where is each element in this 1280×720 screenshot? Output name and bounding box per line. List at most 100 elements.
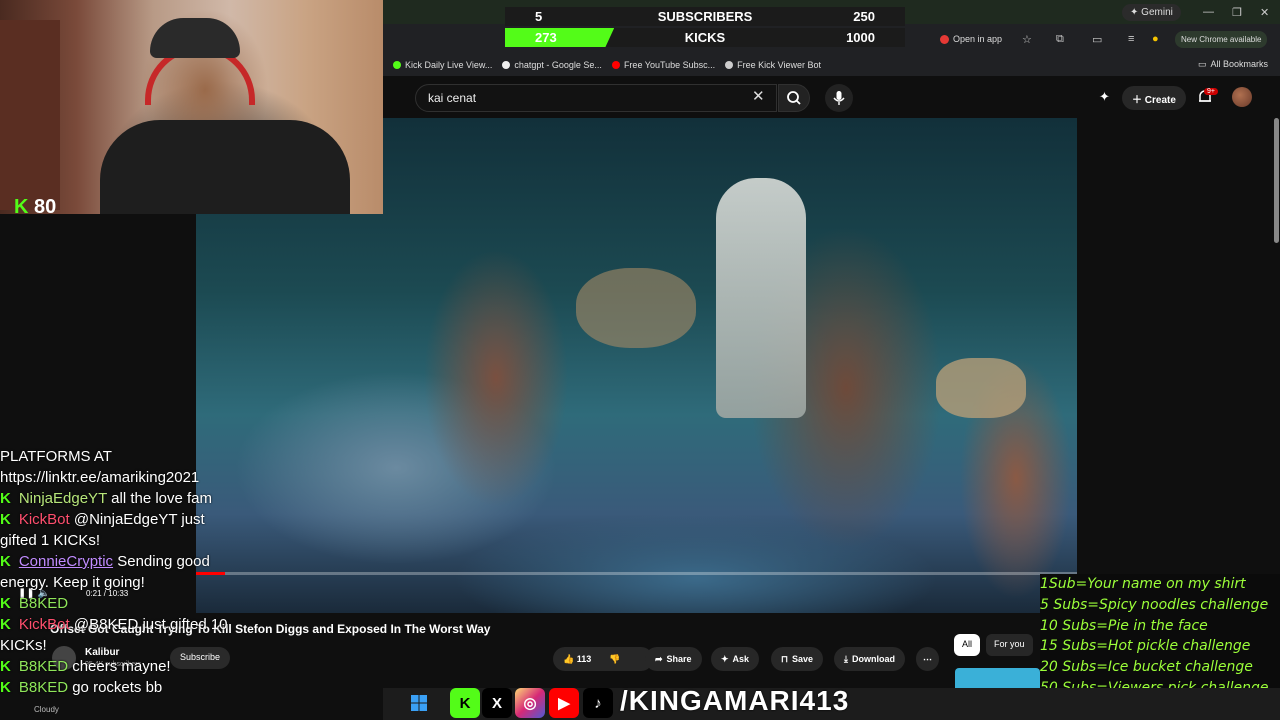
share-label: Share <box>666 654 692 664</box>
youtube-logo-icon: ▶ <box>549 688 579 718</box>
search-icon <box>787 91 801 105</box>
video-frame-shape <box>576 268 696 348</box>
chat-username[interactable]: KickBot <box>19 616 70 633</box>
video-progress-bar[interactable] <box>196 572 1077 575</box>
chat-text: PLATFORMS AT <box>0 448 112 465</box>
bookmark-item[interactable]: Free Kick Viewer Bot <box>725 60 821 70</box>
globe-favicon-icon <box>725 61 734 69</box>
gemini-label: Gemini <box>1141 7 1173 18</box>
kick-favicon-icon <box>393 61 401 69</box>
create-button[interactable]: ＋ Create <box>1122 86 1186 110</box>
chat-text: @B8KED just gifted 10 <box>73 616 228 633</box>
chat-text: all the love fam <box>111 490 213 507</box>
streamer-handle: /KINGAMARI413 <box>620 685 850 716</box>
ask-button[interactable]: ✦ Ask <box>711 647 760 671</box>
search-button[interactable] <box>778 84 810 112</box>
chat-username[interactable]: B8KED <box>19 679 68 696</box>
kicks-badge-count: 80 <box>34 196 57 218</box>
chip-for-you[interactable]: For you <box>986 634 1033 656</box>
all-bookmarks-label: All Bookmarks <box>1210 59 1268 69</box>
kicks-badge: K 80 <box>14 196 56 219</box>
extensions-icon[interactable]: ⧉ <box>1056 33 1064 46</box>
chip-all[interactable]: All <box>954 634 981 656</box>
subscribers-goal: 250 <box>853 9 875 24</box>
chat-username[interactable]: KickBot <box>19 511 70 528</box>
kick-badge-icon: K <box>0 679 11 696</box>
chat-message: gifted 1 KICKs! <box>0 530 260 551</box>
like-count: 113 <box>576 653 592 664</box>
subscriber-kick-counter: 5 SUBSCRIBERS 250 273 KICKS 1000 <box>505 4 905 47</box>
bookmark-label: Free Kick Viewer Bot <box>737 60 822 70</box>
kick-logo-icon: K <box>14 196 29 218</box>
ask-sparkle-icon[interactable]: ✦ <box>1099 89 1110 105</box>
video-frame-shape <box>936 358 1026 418</box>
tiktok-logo-icon: ♪ <box>583 688 613 718</box>
x-logo-icon: X <box>482 688 512 718</box>
dislike-button[interactable]: 👎 <box>609 654 620 665</box>
save-button[interactable]: ⊓ Save <box>771 647 824 671</box>
share-icon: ➦ <box>655 653 663 664</box>
kick-badge-icon: K <box>0 511 11 528</box>
windows-start-icon[interactable] <box>410 694 428 712</box>
weather-label: Cloudy <box>34 705 59 714</box>
chat-message: K B8KED go rockets bb <box>0 677 260 698</box>
chat-message: KICKs! <box>0 635 260 656</box>
clear-search-icon[interactable]: ✕ <box>752 87 765 105</box>
minimize-icon[interactable]: — <box>1203 6 1214 18</box>
share-button[interactable]: ➦ Share <box>645 647 702 671</box>
chat-message: https://linktr.ee/amariking2021 <box>0 467 260 488</box>
recommended-video-thumbnail[interactable] <box>955 668 1040 690</box>
bookmark-item[interactable]: Free YouTube Subsc... <box>611 60 715 70</box>
open-in-app-button[interactable]: Open in app <box>940 34 1002 44</box>
search-input[interactable]: kai cenat <box>415 84 777 112</box>
kick-badge-icon: K <box>0 490 11 507</box>
like-dislike-group: 👍 113 👎 <box>553 647 653 671</box>
webcam-feed <box>0 0 383 214</box>
close-icon[interactable]: ✕ <box>1260 6 1269 19</box>
kicks-goal: 1000 <box>846 30 875 45</box>
chat-username[interactable]: B8KED <box>19 658 68 675</box>
more-actions-button[interactable]: ⋯ <box>916 647 939 671</box>
youtube-app-icon <box>940 34 949 44</box>
chat-username[interactable]: B8KED <box>19 595 68 612</box>
download-button[interactable]: ⤓ Download <box>834 647 905 671</box>
instagram-logo-icon: ◎ <box>515 688 545 718</box>
chat-username[interactable]: NinjaEdgeYT <box>19 490 107 507</box>
voice-search-button[interactable] <box>825 84 853 112</box>
new-chrome-available-button[interactable]: New Chrome available <box>1175 31 1268 48</box>
bookmark-item[interactable]: Kick Daily Live View... <box>393 60 492 70</box>
sparkle-icon: ✦ <box>721 653 729 664</box>
page-scrollbar[interactable] <box>1274 118 1279 243</box>
cast-icon[interactable]: ▭ <box>1092 33 1102 46</box>
account-avatar[interactable] <box>1232 87 1252 107</box>
profile-icon[interactable]: ● <box>1152 33 1159 45</box>
reading-list-icon[interactable]: ≡ <box>1128 33 1134 45</box>
bookmark-star-icon[interactable]: ☆ <box>1022 33 1032 46</box>
chat-message: K B8KED cheers mayne! <box>0 656 260 677</box>
video-frame-shape <box>716 178 806 418</box>
screen: ✦ Gemini — ❐ ✕ Open in app ☆ ⧉ ▭ ≡ ● New… <box>0 0 1280 720</box>
chat-text: KICKs! <box>0 637 47 654</box>
google-favicon-icon <box>502 61 511 69</box>
chat-message: K NinjaEdgeYT all the love fam <box>0 488 260 509</box>
chat-message: energy. Keep it going! <box>0 572 260 593</box>
gemini-button[interactable]: ✦ Gemini <box>1122 4 1181 21</box>
kicks-label: KICKS <box>684 30 726 45</box>
sub-goal-item: 1Sub=Your name on my shirt <box>1040 576 1246 592</box>
chat-message: K KickBot @B8KED just gifted 10 <box>0 614 260 635</box>
like-button[interactable]: 👍 113 <box>563 654 591 665</box>
subscribers-row: 5 SUBSCRIBERS 250 <box>505 7 905 26</box>
bookmark-item[interactable]: chatgpt - Google Se... <box>502 60 602 70</box>
sub-goal-item: 20 Subs=Ice bucket challenge <box>1040 659 1253 676</box>
recommendations-panel <box>1077 118 1280 578</box>
stream-chat: PLATFORMS AT https://linktr.ee/amariking2… <box>0 446 260 698</box>
download-icon: ⤓ <box>844 653 848 664</box>
bookmark-label: Kick Daily Live View... <box>405 60 493 70</box>
all-bookmarks-button[interactable]: ▭ All Bookmarks <box>1198 59 1268 70</box>
kick-logo-icon: K <box>450 688 480 718</box>
bookmark-icon: ⊓ <box>781 653 789 664</box>
bookmark-label: chatgpt - Google Se... <box>514 60 602 70</box>
save-label: Save <box>792 654 814 664</box>
chat-username[interactable]: ConnieCryptic <box>19 553 113 570</box>
maximize-icon[interactable]: ❐ <box>1232 6 1242 19</box>
